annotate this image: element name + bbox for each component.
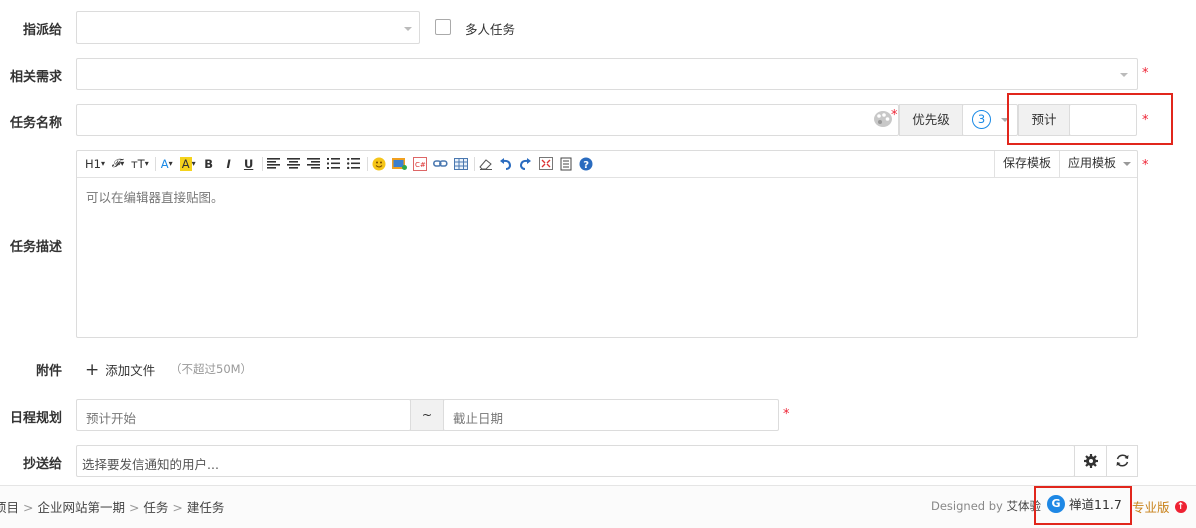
required-mark: * bbox=[783, 407, 790, 422]
required-mark: * bbox=[891, 108, 898, 123]
chevron-down-icon bbox=[1120, 73, 1128, 77]
assign-to-label: 指派给 bbox=[22, 23, 62, 38]
bold-label: B bbox=[204, 156, 213, 171]
undo-icon[interactable] bbox=[499, 155, 513, 173]
highlight-box-version bbox=[1034, 486, 1132, 525]
chevron-down-icon bbox=[404, 27, 412, 31]
table-icon[interactable] bbox=[453, 155, 468, 173]
editor-toolbar: H1 ▾ 𝓕 ▾ тT ▾ A ▾ A ▾ B I U C# ? bbox=[85, 150, 599, 177]
breadcrumb-item-task[interactable]: 任务 bbox=[143, 500, 168, 515]
plus-icon: + bbox=[85, 359, 100, 380]
save-template-label: 保存模板 bbox=[1002, 156, 1051, 170]
background-color-label: A bbox=[179, 156, 192, 171]
breadcrumb-item-project-name[interactable]: 企业网站第一期 bbox=[37, 500, 125, 515]
toolbar-separator bbox=[261, 156, 263, 171]
svg-text:?: ? bbox=[583, 160, 589, 171]
description-placeholder: 可以在编辑器直接贴图。 bbox=[86, 190, 224, 205]
toolbar-separator bbox=[366, 156, 368, 171]
apply-template-label: 应用模板 bbox=[1068, 156, 1117, 170]
breadcrumb-item-project[interactable]: 项目 bbox=[0, 500, 19, 515]
schedule-label: 日程规划 bbox=[9, 411, 62, 426]
font-color-label: A bbox=[160, 156, 169, 171]
unordered-list-icon[interactable] bbox=[347, 155, 361, 173]
help-icon[interactable]: ? bbox=[579, 155, 593, 173]
add-file-label: 添加文件 bbox=[105, 363, 156, 378]
cc-settings-button[interactable] bbox=[1074, 445, 1107, 477]
designed-by-label: Designed by bbox=[931, 499, 1003, 513]
svg-text:C#: C# bbox=[415, 161, 426, 169]
refresh-icon bbox=[1116, 454, 1128, 467]
related-story-label: 相关需求 bbox=[9, 70, 62, 85]
deadline-placeholder: 截止日期 bbox=[453, 411, 504, 426]
required-mark: * bbox=[1142, 66, 1149, 81]
related-story-select[interactable] bbox=[76, 58, 1138, 90]
attachment-size-hint: （不超过50M） bbox=[170, 362, 253, 376]
fullscreen-icon[interactable] bbox=[538, 155, 553, 173]
multi-task-checkbox[interactable] bbox=[435, 19, 451, 35]
task-name-label: 任务名称 bbox=[9, 116, 62, 131]
underline-label: U bbox=[243, 156, 254, 171]
estimated-start-placeholder: 预计开始 bbox=[86, 411, 137, 426]
color-palette-icon[interactable] bbox=[873, 110, 893, 128]
background-color-button[interactable]: A ▾ bbox=[179, 155, 196, 173]
apply-template-button[interactable]: 应用模板 bbox=[1059, 151, 1137, 177]
edition-link[interactable]: 专业版 ↑ bbox=[1132, 497, 1187, 516]
multi-task-label: 多人任务 bbox=[465, 22, 516, 37]
image-icon[interactable] bbox=[391, 155, 407, 173]
cc-refresh-button[interactable] bbox=[1106, 445, 1138, 477]
toolbar-separator bbox=[154, 156, 156, 171]
highlight-box-estimate bbox=[1007, 93, 1173, 145]
ordered-list-icon[interactable] bbox=[327, 155, 341, 173]
cc-placeholder: 选择要发信通知的用户... bbox=[82, 457, 219, 472]
bold-button[interactable]: B bbox=[202, 155, 216, 173]
chevron-down-icon bbox=[1123, 162, 1131, 166]
breadcrumb-separator: > bbox=[172, 500, 187, 515]
heading-label: H1 bbox=[85, 156, 101, 171]
source-code-icon[interactable] bbox=[559, 155, 573, 173]
priority-badge: 3 bbox=[972, 110, 991, 129]
priority-label: 优先级 bbox=[899, 104, 963, 136]
font-size-button[interactable]: тT ▾ bbox=[131, 155, 149, 173]
font-family-button[interactable]: 𝓕 ▾ bbox=[111, 155, 125, 173]
breadcrumb-separator: > bbox=[128, 500, 144, 515]
designed-by: Designed by 艾体验 bbox=[931, 498, 1041, 514]
toolbar-separator bbox=[473, 156, 475, 171]
deadline-input[interactable]: 截止日期 bbox=[443, 399, 779, 431]
breadcrumb-separator: > bbox=[23, 500, 38, 515]
edition-label: 专业版 bbox=[1132, 500, 1170, 515]
estimated-start-input[interactable]: 预计开始 bbox=[76, 399, 411, 431]
align-center-icon[interactable] bbox=[287, 155, 301, 173]
link-icon[interactable] bbox=[432, 155, 448, 173]
description-label: 任务描述 bbox=[9, 240, 62, 255]
italic-label: I bbox=[226, 156, 231, 171]
task-name-input[interactable] bbox=[76, 104, 899, 136]
align-right-icon[interactable] bbox=[307, 155, 321, 173]
date-range-separator: ~ bbox=[410, 399, 444, 431]
gear-icon bbox=[1083, 454, 1098, 468]
cc-label: 抄送给 bbox=[22, 457, 62, 472]
cc-user-select[interactable]: 选择要发信通知的用户... bbox=[76, 445, 1075, 477]
assign-to-select[interactable] bbox=[76, 11, 420, 44]
editor-toolbar-divider bbox=[77, 177, 1137, 178]
align-left-icon[interactable] bbox=[267, 155, 281, 173]
emoticon-icon[interactable] bbox=[372, 155, 386, 173]
attachment-label: 附件 bbox=[35, 364, 62, 379]
heading-button[interactable]: H1 ▾ bbox=[85, 155, 105, 173]
save-template-button[interactable]: 保存模板 bbox=[994, 151, 1059, 177]
breadcrumb: 项目 > 企业网站第一期 > 任务 > 建任务 bbox=[0, 497, 224, 516]
underline-button[interactable]: U bbox=[242, 155, 256, 173]
breadcrumb-item-create-task: 建任务 bbox=[186, 500, 225, 515]
font-family-label: 𝓕 bbox=[111, 156, 121, 170]
upgrade-arrow-icon: ↑ bbox=[1174, 500, 1187, 513]
italic-button[interactable]: I bbox=[222, 155, 236, 173]
required-mark: * bbox=[1142, 158, 1149, 173]
redo-icon[interactable] bbox=[519, 155, 533, 173]
font-size-label: тT bbox=[130, 156, 145, 171]
description-editor[interactable] bbox=[76, 150, 1138, 338]
font-color-button[interactable]: A ▾ bbox=[160, 155, 174, 173]
add-file-button[interactable]: + 添加文件 bbox=[85, 360, 155, 379]
eraser-icon[interactable] bbox=[478, 155, 493, 173]
code-icon[interactable]: C# bbox=[412, 155, 427, 173]
